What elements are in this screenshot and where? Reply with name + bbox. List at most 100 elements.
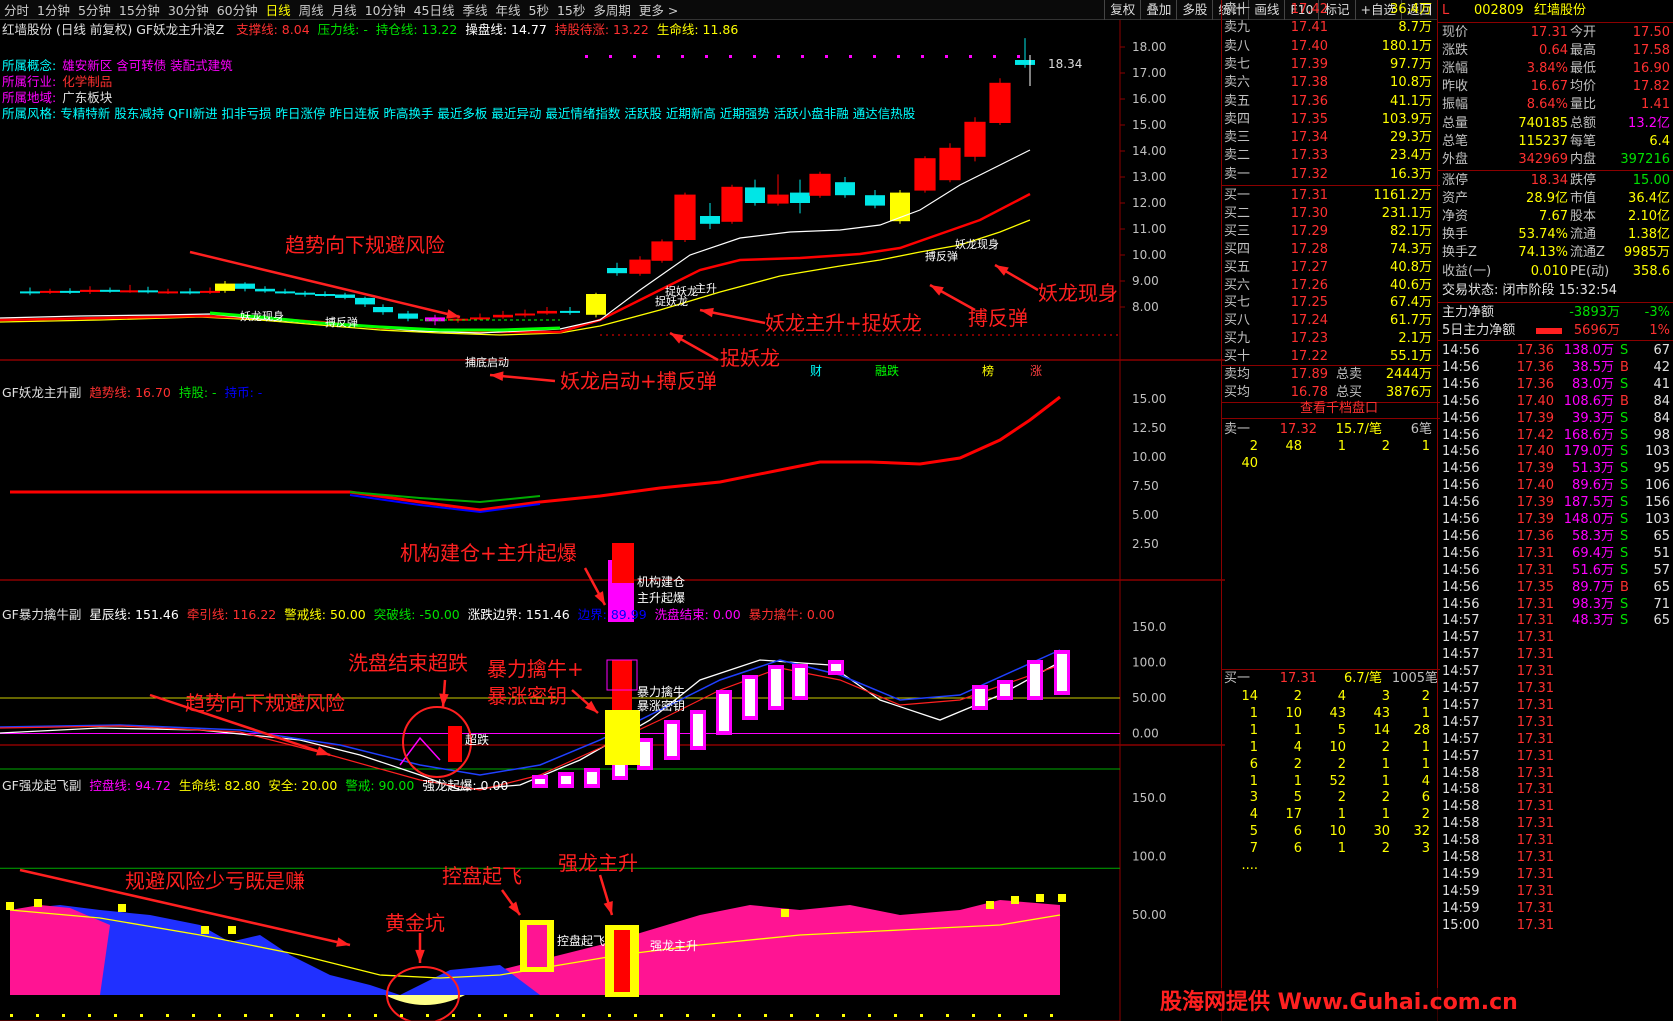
period-tab[interactable]: 45日线 — [414, 3, 455, 18]
sell1-price: 17.32 — [1279, 422, 1317, 437]
period-tab[interactable]: 1分钟 — [37, 3, 70, 18]
buy1-queue: 1 — [1337, 807, 1346, 823]
period-tab[interactable]: 60分钟 — [217, 3, 258, 18]
annotation: 暴力擒牛+ — [487, 657, 584, 681]
period-tab[interactable]: 分时 — [4, 3, 29, 18]
period-tab[interactable]: 5秒 — [529, 3, 549, 18]
chart-area[interactable]: 18.00 17.00 16.00 15.00 14.00 13.00 12.00 11.00… — [0, 20, 1225, 1021]
stat-value: 740185 — [1518, 115, 1568, 131]
tick-count: 95 — [1653, 461, 1670, 477]
buy1-queue: 2 — [1381, 790, 1390, 806]
flow-value: -3893万 — [1569, 305, 1620, 320]
indicator-param: 洗盘结束: 0.00 — [654, 607, 741, 622]
tick-price: 17.31 — [1516, 833, 1554, 849]
tick-count: 57 — [1653, 562, 1670, 578]
tick-price: 17.31 — [1516, 714, 1554, 730]
stat-value: 17.82 — [1632, 79, 1670, 95]
bid-price: 17.23 — [1290, 331, 1328, 347]
stat-label: 股本 — [1570, 209, 1597, 225]
period-tab[interactable]: 日线 — [266, 3, 291, 18]
bid-price: 17.29 — [1290, 223, 1328, 239]
tick-count: 98 — [1653, 427, 1670, 443]
price-tick-label: 10.00 — [1132, 248, 1166, 262]
tick-side: S — [1620, 596, 1629, 612]
bottom-dot — [556, 1014, 559, 1017]
candle-body — [215, 283, 235, 291]
stat-label: 总笔 — [1442, 133, 1469, 149]
price-tick-label: 17.00 — [1132, 66, 1166, 80]
buy1-queue: 4 — [1293, 739, 1302, 755]
top-dot — [873, 55, 876, 58]
sub2-bar-inner — [771, 669, 781, 706]
thousand-link[interactable]: 查看千档盘口 — [1300, 400, 1420, 418]
buy1-queue: 6 — [1293, 824, 1302, 840]
tick-time: 14:57 — [1442, 613, 1480, 629]
period-tab[interactable]: 周线 — [299, 3, 324, 18]
tick-count: 156 — [1645, 495, 1670, 511]
top-dot — [777, 55, 780, 58]
bid-price: 17.30 — [1290, 205, 1328, 221]
bottom-dot — [452, 1014, 455, 1017]
buy1-queue: 3 — [1249, 790, 1258, 806]
divider — [1438, 340, 1673, 341]
candle-body — [586, 294, 606, 315]
stat-value: 3.84% — [1526, 61, 1568, 77]
tool-button[interactable]: 多股 — [1176, 0, 1212, 20]
price-tick-label: 8.00 — [1132, 300, 1159, 314]
sell1-count: 6笔 — [1410, 422, 1432, 437]
flow-label: 主力净额 — [1442, 305, 1495, 320]
buy1-queue: 2 — [1293, 756, 1302, 772]
tick-count: 41 — [1653, 376, 1670, 392]
sub2-bar-inner — [719, 694, 729, 731]
period-tab[interactable]: 月线 — [332, 3, 357, 18]
period-tab[interactable]: 15分钟 — [119, 3, 160, 18]
price-tick-label: 14.00 — [1132, 144, 1166, 158]
tick-time: 14:56 — [1442, 410, 1480, 426]
bid-level-label: 买一 — [1224, 188, 1251, 203]
period-tab[interactable]: 季线 — [463, 3, 488, 18]
top-dot — [849, 55, 852, 58]
chart-svg[interactable]: 18.00 17.00 16.00 15.00 14.00 13.00 12.00 11.00… — [0, 20, 1225, 1021]
period-tab[interactable]: 15秒 — [557, 3, 585, 18]
sub2-tick-label: 150.0 — [1132, 620, 1166, 634]
period-tab[interactable]: 30分钟 — [168, 3, 209, 18]
candle-body — [768, 195, 788, 203]
period-tab[interactable]: 年线 — [496, 3, 521, 18]
tick-count: 71 — [1653, 596, 1670, 612]
tick-count: 84 — [1653, 410, 1670, 426]
sub2-bar-inner — [561, 776, 571, 784]
buy1-queue: 5 — [1293, 790, 1302, 806]
tick-count: 67 — [1653, 343, 1670, 358]
period-tab[interactable]: 多周期 — [593, 3, 631, 18]
candle-body — [722, 187, 742, 222]
indicator-param: 星辰线: 151.46 — [89, 607, 179, 622]
stat-label: 资产 — [1442, 191, 1469, 207]
period-tab[interactable]: 5分钟 — [78, 3, 111, 18]
tool-button[interactable]: 复权 — [1104, 0, 1140, 20]
tick-price: 17.40 — [1516, 478, 1554, 494]
tick-price: 17.31 — [1516, 697, 1554, 713]
period-tab[interactable]: 10分钟 — [365, 3, 406, 18]
top-dot — [585, 55, 588, 58]
tick-time: 14:56 — [1442, 545, 1480, 561]
candle-body — [398, 313, 418, 319]
annotation: 妖龙现身 — [1038, 281, 1118, 305]
stat-value: 17.58 — [1632, 43, 1670, 59]
candle-body — [560, 310, 580, 313]
bottom-dot — [686, 1014, 689, 1017]
stat-value: 16.67 — [1530, 79, 1568, 95]
ask-level-label: 卖二 — [1224, 148, 1251, 164]
tick-time: 14:56 — [1442, 528, 1480, 544]
bottom-dot — [218, 1014, 221, 1017]
bid-volume: 40.8万 — [1390, 259, 1432, 275]
arrow-head — [508, 901, 520, 915]
tick-volume: 89.7万 — [1572, 579, 1614, 595]
tool-button[interactable]: 叠加 — [1140, 0, 1176, 20]
top-dot — [753, 55, 756, 58]
tick-time: 14:58 — [1442, 816, 1480, 832]
tick-time: 14:58 — [1442, 799, 1480, 815]
period-tab[interactable]: 更多 > — [639, 3, 678, 18]
bid-volume: 2.1万 — [1398, 331, 1432, 347]
bottom-dot — [140, 1014, 143, 1017]
top-dot — [633, 55, 636, 58]
